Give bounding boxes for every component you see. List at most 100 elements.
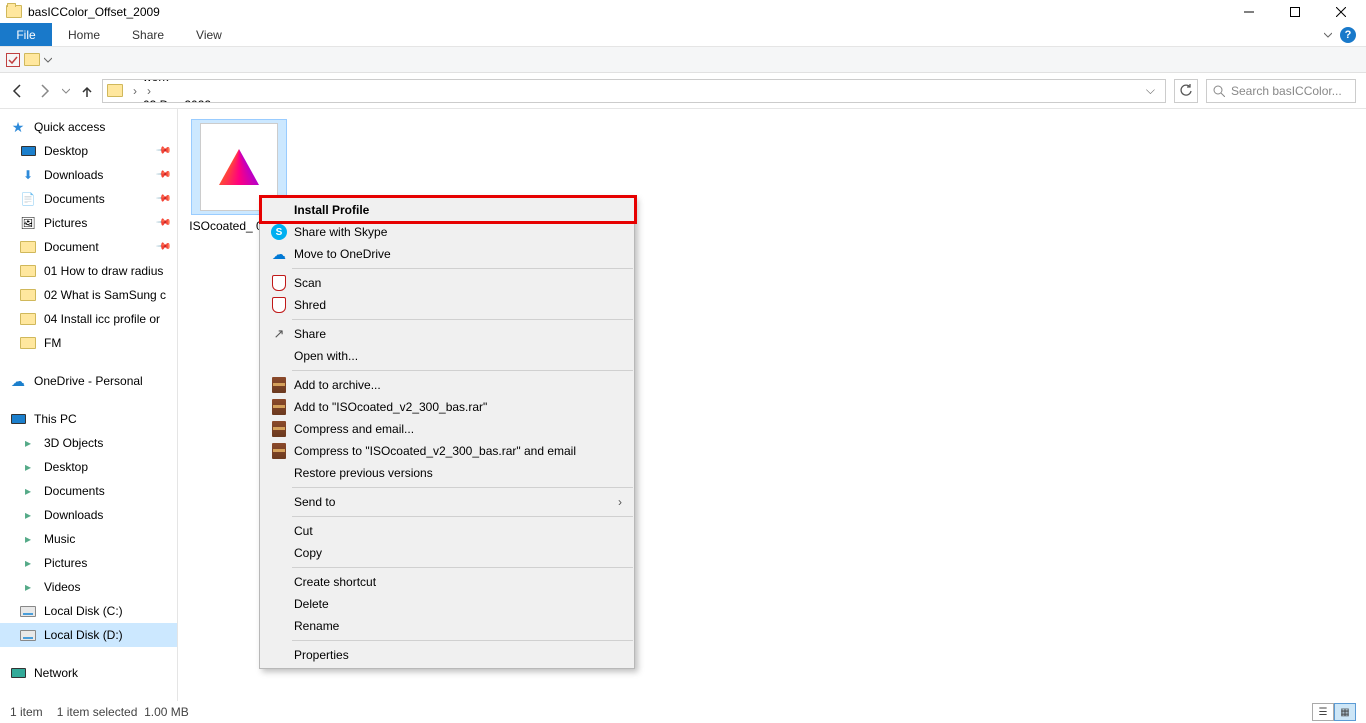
mcafee-icon (268, 297, 290, 313)
sidebar-item[interactable]: ▸Desktop (0, 455, 177, 479)
sidebar-item[interactable]: ⬇Downloads📌 (0, 163, 177, 187)
sidebar-item[interactable]: ▸Music (0, 527, 177, 551)
address-dropdown-icon[interactable]: ⌵ (1140, 83, 1161, 98)
menu-item[interactable]: Add to archive... (260, 374, 634, 396)
close-button[interactable] (1318, 0, 1364, 23)
qat-more-icon[interactable] (44, 56, 52, 64)
selected-count: 1 item selected (57, 705, 138, 719)
submenu-arrow-icon: › (618, 495, 622, 509)
menu-item[interactable]: Scan (260, 272, 634, 294)
menu-item[interactable]: Delete (260, 593, 634, 615)
network-header[interactable]: Network (0, 661, 177, 685)
maximize-button[interactable] (1272, 0, 1318, 23)
qat-folder-icon[interactable] (24, 53, 40, 66)
chevron-right-icon[interactable]: › (129, 84, 141, 98)
navigation-bar: › This PC›Local Disk (D:)›FM›work›03 Dec… (0, 73, 1366, 109)
qat-check-icon[interactable] (6, 53, 20, 67)
menu-separator (292, 567, 633, 568)
refresh-button[interactable] (1174, 79, 1198, 103)
menu-item[interactable]: Compress and email... (260, 418, 634, 440)
menu-item[interactable]: Copy (260, 542, 634, 564)
sidebar-item-label: Documents (44, 192, 105, 206)
onedrive-header[interactable]: ☁OneDrive - Personal (0, 369, 177, 393)
folder-icon: ▸ (20, 531, 36, 547)
sidebar-item[interactable]: 02 What is SamSung c (0, 283, 177, 307)
sidebar-item[interactable]: Local Disk (D:) (0, 623, 177, 647)
down-icon: ⬇ (20, 167, 36, 183)
sidebar-item-label: Desktop (44, 144, 88, 158)
menu-separator (292, 319, 633, 320)
sidebar-item[interactable]: 📄Documents📌 (0, 187, 177, 211)
menu-item[interactable]: Compress to "ISOcoated_v2_300_bas.rar" a… (260, 440, 634, 462)
menu-item[interactable]: Properties (260, 644, 634, 666)
sidebar-item[interactable]: ▸Pictures (0, 551, 177, 575)
drive-icon (20, 627, 36, 643)
sidebar-item[interactable]: 04 Install icc profile or (0, 307, 177, 331)
up-button[interactable] (80, 84, 94, 98)
pc-icon (10, 411, 26, 427)
breadcrumb-segment[interactable]: 03 Dec 2022 (143, 98, 330, 103)
sidebar-item[interactable]: 🖼Pictures📌 (0, 211, 177, 235)
menu-item[interactable]: Cut (260, 520, 634, 542)
menu-item[interactable]: Create shortcut (260, 571, 634, 593)
history-dropdown-icon[interactable] (62, 87, 70, 95)
sidebar-item[interactable]: 01 How to draw radius (0, 259, 177, 283)
menu-item-label: Properties (294, 648, 622, 662)
minimize-button[interactable] (1226, 0, 1272, 23)
pin-icon: 📌 (155, 214, 173, 232)
folder-icon (6, 5, 22, 18)
menu-item-label: Share with Skype (294, 225, 622, 239)
file-size: 1.00 MB (144, 705, 189, 719)
fold-icon (20, 335, 36, 351)
tab-home[interactable]: Home (52, 23, 116, 46)
menu-separator (292, 640, 633, 641)
menu-item[interactable]: SShare with Skype (260, 221, 634, 243)
details-view-button[interactable]: ☰ (1312, 703, 1334, 721)
doc-icon: 📄 (20, 191, 36, 207)
menu-item[interactable]: Send to› (260, 491, 634, 513)
sidebar-item-label: Desktop (44, 460, 88, 474)
sidebar-item-label: Videos (44, 580, 80, 594)
forward-button[interactable] (36, 83, 52, 99)
menu-item[interactable]: Install Profile (260, 199, 634, 221)
sidebar-item[interactable]: FM (0, 331, 177, 355)
chevron-right-icon[interactable]: › (143, 84, 155, 98)
quick-access-toolbar (0, 47, 1366, 73)
menu-item[interactable]: Shred (260, 294, 634, 316)
sidebar-item[interactable]: Document📌 (0, 235, 177, 259)
sidebar-item[interactable]: ▸Downloads (0, 503, 177, 527)
menu-item[interactable]: ☁Move to OneDrive (260, 243, 634, 265)
menu-item[interactable]: Open with... (260, 345, 634, 367)
this-pc-header[interactable]: This PC (0, 407, 177, 431)
menu-item[interactable]: Add to "ISOcoated_v2_300_bas.rar" (260, 396, 634, 418)
search-icon (1213, 85, 1225, 97)
breadcrumb-segment[interactable]: work (143, 79, 330, 84)
rar-icon (268, 399, 290, 415)
sidebar-item[interactable]: ▸Documents (0, 479, 177, 503)
fold-icon (20, 239, 36, 255)
menu-item[interactable]: ↗Share (260, 323, 634, 345)
folder-icon: ▸ (20, 435, 36, 451)
menu-item-label: Add to "ISOcoated_v2_300_bas.rar" (294, 400, 622, 414)
address-bar[interactable]: › This PC›Local Disk (D:)›FM›work›03 Dec… (102, 79, 1166, 103)
sidebar-item[interactable]: ▸3D Objects (0, 431, 177, 455)
tab-file[interactable]: File (0, 23, 52, 46)
sidebar-item[interactable]: Desktop📌 (0, 139, 177, 163)
ribbon-collapse-icon[interactable] (1324, 31, 1332, 39)
icons-view-button[interactable]: ▦ (1334, 703, 1356, 721)
sidebar-item-label: Local Disk (C:) (44, 604, 123, 618)
tab-share[interactable]: Share (116, 23, 180, 46)
sidebar-item-label: Downloads (44, 168, 103, 182)
tab-view[interactable]: View (180, 23, 238, 46)
help-icon[interactable]: ? (1340, 27, 1356, 43)
sidebar-item-label: 04 Install icc profile or (44, 312, 160, 326)
sidebar-item[interactable]: ▸ Videos (0, 575, 177, 599)
menu-item[interactable]: Rename (260, 615, 634, 637)
back-button[interactable] (10, 83, 26, 99)
search-box[interactable]: Search basICColor... (1206, 79, 1356, 103)
sidebar-item[interactable]: Local Disk (C:) (0, 599, 177, 623)
folder-icon: ▸ (20, 579, 36, 595)
folder-icon: ▸ (20, 507, 36, 523)
quick-access-header[interactable]: ★Quick access (0, 115, 177, 139)
menu-item[interactable]: Restore previous versions (260, 462, 634, 484)
